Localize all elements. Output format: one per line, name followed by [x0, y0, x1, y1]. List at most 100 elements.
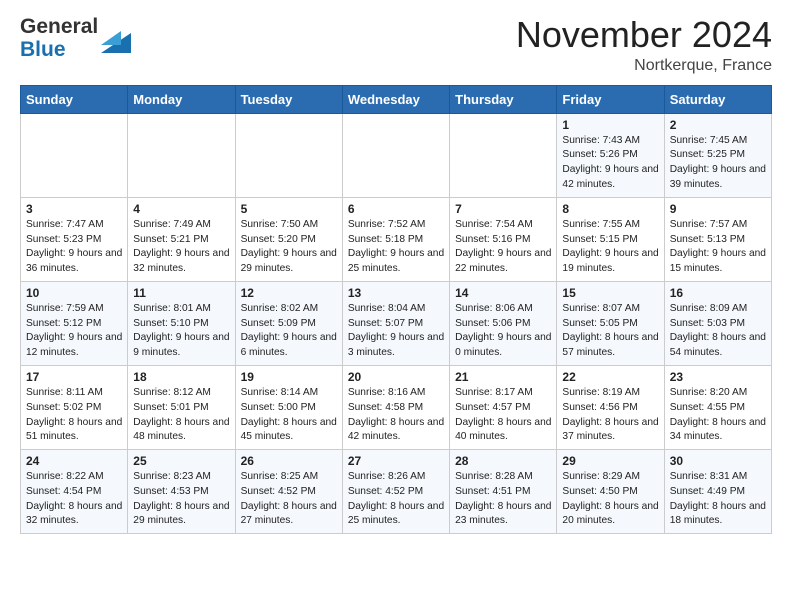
calendar-cell: 17Sunrise: 8:11 AM Sunset: 5:02 PM Dayli… [21, 365, 128, 449]
logo: General Blue [20, 15, 131, 61]
day-info: Sunrise: 7:45 AM Sunset: 5:25 PM Dayligh… [670, 134, 766, 193]
day-info: Sunrise: 8:02 AM Sunset: 5:09 PM Dayligh… [241, 302, 337, 361]
day-info: Sunrise: 7:52 AM Sunset: 5:18 PM Dayligh… [348, 218, 444, 277]
calendar-cell: 9 Sunrise: 7:57 AM Sunset: 5:13 PM Daylig… [664, 197, 771, 281]
logo-text: General Blue [20, 15, 131, 61]
day-number: 9 [670, 202, 766, 216]
calendar-cell: 26Sunrise: 8:25 AM Sunset: 4:52 PM Dayli… [235, 450, 342, 534]
day-header: Tuesday [235, 85, 342, 113]
day-info: Sunrise: 8:07 AM Sunset: 5:05 PM Dayligh… [562, 302, 658, 361]
calendar-cell: 21Sunrise: 8:17 AM Sunset: 4:57 PM Dayli… [450, 365, 557, 449]
calendar-week-row: 24Sunrise: 8:22 AM Sunset: 4:54 PM Dayli… [21, 450, 772, 534]
day-header: Wednesday [342, 85, 449, 113]
day-number: 8 [562, 202, 658, 216]
day-info: Sunrise: 8:09 AM Sunset: 5:03 PM Dayligh… [670, 302, 766, 361]
logo-general: General [20, 15, 98, 38]
day-info: Sunrise: 7:47 AM Sunset: 5:23 PM Dayligh… [26, 218, 122, 277]
day-number: 23 [670, 370, 766, 384]
day-number: 7 [455, 202, 551, 216]
day-number: 25 [133, 454, 229, 468]
day-number: 2 [670, 118, 766, 132]
day-info: Sunrise: 8:22 AM Sunset: 4:54 PM Dayligh… [26, 470, 122, 529]
calendar-cell: 24Sunrise: 8:22 AM Sunset: 4:54 PM Dayli… [21, 450, 128, 534]
day-number: 30 [670, 454, 766, 468]
day-info: Sunrise: 8:06 AM Sunset: 5:06 PM Dayligh… [455, 302, 551, 361]
calendar-page: General Blue November 2024 Nortkerque, F… [0, 0, 792, 549]
day-info: Sunrise: 8:04 AM Sunset: 5:07 PM Dayligh… [348, 302, 444, 361]
day-number: 3 [26, 202, 122, 216]
month-title: November 2024 [516, 15, 772, 55]
calendar-cell: 2 Sunrise: 7:45 AM Sunset: 5:25 PM Daylig… [664, 113, 771, 197]
calendar-cell: 23 Sunrise: 8:20 AM Sunset: 4:55 PM Dayli… [664, 365, 771, 449]
calendar-cell: 28 Sunrise: 8:28 AM Sunset: 4:51 PM Dayli… [450, 450, 557, 534]
calendar-header-row: SundayMondayTuesdayWednesdayThursdayFrid… [21, 85, 772, 113]
calendar-cell: 3 Sunrise: 7:47 AM Sunset: 5:23 PM Daylig… [21, 197, 128, 281]
calendar-cell: 22 Sunrise: 8:19 AM Sunset: 4:56 PM Dayli… [557, 365, 664, 449]
day-info: Sunrise: 8:28 AM Sunset: 4:51 PM Dayligh… [455, 470, 551, 529]
day-number: 19 [241, 370, 337, 384]
calendar-cell: 30 Sunrise: 8:31 AM Sunset: 4:49 PM Dayli… [664, 450, 771, 534]
day-info: Sunrise: 8:20 AM Sunset: 4:55 PM Dayligh… [670, 386, 766, 445]
day-number: 26 [241, 454, 337, 468]
calendar-cell [128, 113, 235, 197]
day-number: 13 [348, 286, 444, 300]
day-info: Sunrise: 7:55 AM Sunset: 5:15 PM Dayligh… [562, 218, 658, 277]
day-info: Sunrise: 7:49 AM Sunset: 5:21 PM Dayligh… [133, 218, 229, 277]
logo-blue: Blue [20, 38, 98, 61]
calendar-cell: 1Sunrise: 7:43 AM Sunset: 5:26 PM Daylig… [557, 113, 664, 197]
day-info: Sunrise: 8:19 AM Sunset: 4:56 PM Dayligh… [562, 386, 658, 445]
logo-icon [101, 17, 131, 53]
calendar-cell: 20 Sunrise: 8:16 AM Sunset: 4:58 PM Dayli… [342, 365, 449, 449]
day-info: Sunrise: 7:50 AM Sunset: 5:20 PM Dayligh… [241, 218, 337, 277]
calendar-cell: 6 Sunrise: 7:52 AM Sunset: 5:18 PM Daylig… [342, 197, 449, 281]
title-block: November 2024 Nortkerque, France [516, 15, 772, 75]
day-info: Sunrise: 8:23 AM Sunset: 4:53 PM Dayligh… [133, 470, 229, 529]
day-info: Sunrise: 8:01 AM Sunset: 5:10 PM Dayligh… [133, 302, 229, 361]
calendar-cell [235, 113, 342, 197]
day-info: Sunrise: 7:57 AM Sunset: 5:13 PM Dayligh… [670, 218, 766, 277]
day-info: Sunrise: 8:14 AM Sunset: 5:00 PM Dayligh… [241, 386, 337, 445]
day-info: Sunrise: 8:12 AM Sunset: 5:01 PM Dayligh… [133, 386, 229, 445]
calendar-cell: 11 Sunrise: 8:01 AM Sunset: 5:10 PM Dayli… [128, 281, 235, 365]
day-number: 21 [455, 370, 551, 384]
day-number: 28 [455, 454, 551, 468]
day-number: 1 [562, 118, 658, 132]
calendar-cell: 15 Sunrise: 8:07 AM Sunset: 5:05 PM Dayli… [557, 281, 664, 365]
day-number: 27 [348, 454, 444, 468]
header: General Blue November 2024 Nortkerque, F… [20, 15, 772, 75]
day-info: Sunrise: 7:59 AM Sunset: 5:12 PM Dayligh… [26, 302, 122, 361]
day-info: Sunrise: 8:16 AM Sunset: 4:58 PM Dayligh… [348, 386, 444, 445]
day-header: Thursday [450, 85, 557, 113]
day-number: 18 [133, 370, 229, 384]
location: Nortkerque, France [516, 57, 772, 75]
day-number: 6 [348, 202, 444, 216]
day-header: Monday [128, 85, 235, 113]
calendar-cell: 10 Sunrise: 7:59 AM Sunset: 5:12 PM Dayli… [21, 281, 128, 365]
day-number: 20 [348, 370, 444, 384]
calendar-cell: 25 Sunrise: 8:23 AM Sunset: 4:53 PM Dayli… [128, 450, 235, 534]
day-number: 16 [670, 286, 766, 300]
day-info: Sunrise: 8:26 AM Sunset: 4:52 PM Dayligh… [348, 470, 444, 529]
calendar-week-row: 17Sunrise: 8:11 AM Sunset: 5:02 PM Dayli… [21, 365, 772, 449]
day-number: 12 [241, 286, 337, 300]
day-number: 10 [26, 286, 122, 300]
calendar-cell: 5 Sunrise: 7:50 AM Sunset: 5:20 PM Daylig… [235, 197, 342, 281]
day-info: Sunrise: 8:31 AM Sunset: 4:49 PM Dayligh… [670, 470, 766, 529]
day-number: 15 [562, 286, 658, 300]
day-number: 14 [455, 286, 551, 300]
day-header: Saturday [664, 85, 771, 113]
calendar-cell: 18 Sunrise: 8:12 AM Sunset: 5:01 PM Dayli… [128, 365, 235, 449]
day-header: Friday [557, 85, 664, 113]
day-number: 5 [241, 202, 337, 216]
day-number: 29 [562, 454, 658, 468]
day-number: 17 [26, 370, 122, 384]
calendar-week-row: 3 Sunrise: 7:47 AM Sunset: 5:23 PM Daylig… [21, 197, 772, 281]
calendar-cell: 4Sunrise: 7:49 AM Sunset: 5:21 PM Daylig… [128, 197, 235, 281]
calendar-table: SundayMondayTuesdayWednesdayThursdayFrid… [20, 85, 772, 535]
day-number: 11 [133, 286, 229, 300]
calendar-cell: 19 Sunrise: 8:14 AM Sunset: 5:00 PM Dayli… [235, 365, 342, 449]
calendar-cell: 8 Sunrise: 7:55 AM Sunset: 5:15 PM Daylig… [557, 197, 664, 281]
calendar-week-row: 10 Sunrise: 7:59 AM Sunset: 5:12 PM Dayli… [21, 281, 772, 365]
day-number: 22 [562, 370, 658, 384]
calendar-week-row: 1Sunrise: 7:43 AM Sunset: 5:26 PM Daylig… [21, 113, 772, 197]
